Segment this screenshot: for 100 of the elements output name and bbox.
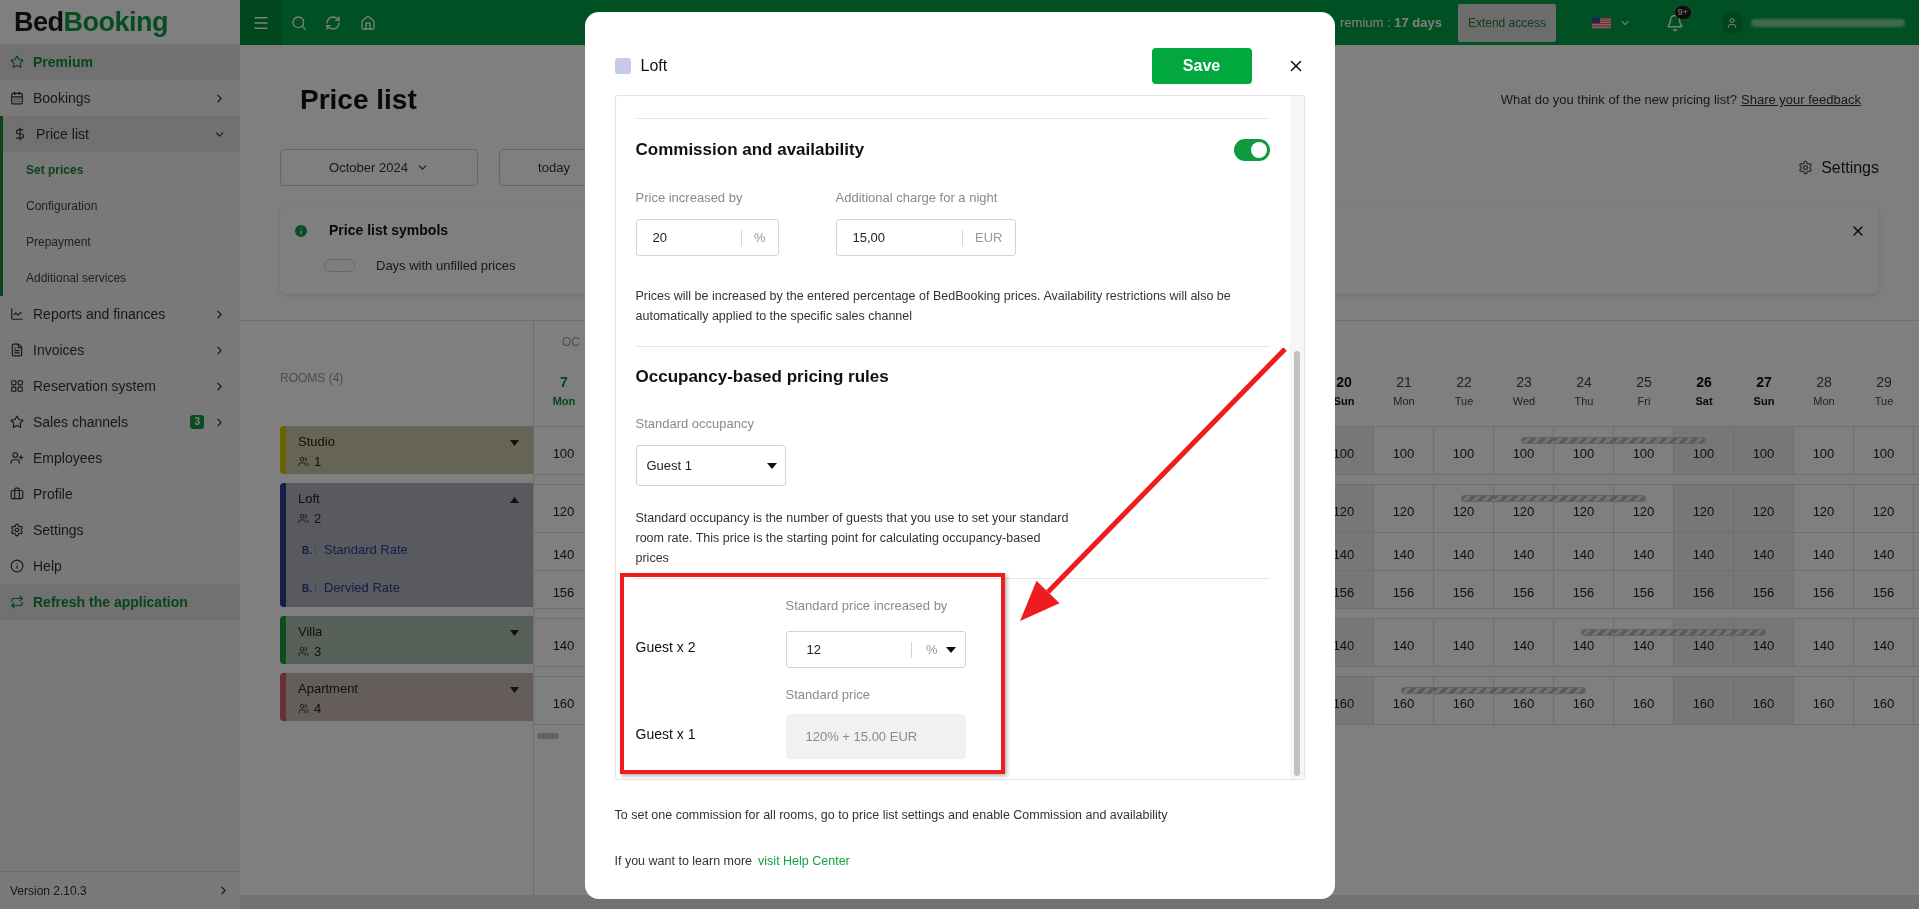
save-button[interactable]: Save [1151,47,1252,84]
price-value[interactable]: 120 [1452,501,1475,522]
price-value[interactable]: 156 [1872,582,1895,603]
price-value[interactable]: 156 [1812,582,1835,603]
room-card[interactable]: Apartment 4 [280,673,533,721]
price-value[interactable]: 120 [1752,501,1775,522]
sidebar-subitem[interactable]: Set prices [3,152,240,188]
price-value[interactable]: 100 [1332,443,1355,464]
price-value[interactable]: 140 [1392,544,1415,565]
price-value[interactable]: 100 [1692,443,1715,464]
price-value[interactable]: 156 [1632,582,1655,603]
price-value[interactable]: 160 [552,693,575,714]
price-value[interactable]: 140 [1572,635,1595,656]
number-field[interactable]: 20 % [635,219,779,256]
price-value[interactable]: 140 [1692,635,1715,656]
price-value[interactable]: 160 [1512,693,1535,714]
price-value[interactable]: 160 [1572,693,1595,714]
price-value[interactable]: 100 [1392,443,1415,464]
price-value[interactable]: 100 [1452,443,1475,464]
price-value[interactable]: 120 [1512,501,1535,522]
price-value[interactable]: 140 [1812,544,1835,565]
price-value[interactable]: 140 [1872,635,1895,656]
price-value[interactable]: 156 [1572,582,1595,603]
refresh-icon[interactable] [325,14,341,31]
price-value[interactable]: 120 [1692,501,1715,522]
price-value[interactable]: 140 [1392,635,1415,656]
caret-down-icon[interactable] [945,646,956,653]
help-center-link[interactable]: visit Help Center [758,851,850,871]
number-field[interactable]: 15,00 EUR [835,219,1016,256]
price-value[interactable]: 160 [1332,693,1355,714]
price-value[interactable]: 140 [1752,635,1775,656]
sidebar-item[interactable]: Price list [3,116,240,152]
sidebar-subitem[interactable]: Configuration [3,188,240,224]
sidebar-item[interactable]: Profile [0,476,240,512]
price-value[interactable]: 120 [1572,501,1595,522]
price-value[interactable]: 140 [1812,635,1835,656]
price-value[interactable]: 140 [1512,635,1535,656]
price-value[interactable]: 120 [1872,501,1895,522]
room-card[interactable]: Villa 3 [280,616,533,664]
price-value[interactable]: 100 [1752,443,1775,464]
room-card[interactable]: Loft 2 B. Standard Rate B. Dervied Rate [280,483,533,607]
price-value[interactable]: 140 [1872,544,1895,565]
price-value[interactable]: 140 [552,544,575,565]
rate-name[interactable]: Standard Rate [324,540,408,560]
price-value[interactable]: 140 [552,635,575,656]
sidebar-item[interactable]: Invoices [0,332,240,368]
price-value[interactable]: 140 [1632,635,1655,656]
price-value[interactable]: 100 [1512,443,1535,464]
search-icon[interactable] [291,14,307,31]
price-value[interactable]: 140 [1512,544,1535,565]
room-card[interactable]: Studio 1 [280,426,533,474]
sidebar-item[interactable]: Employees [0,440,240,476]
avatar[interactable] [1721,10,1743,35]
feedback-link[interactable]: Share your feedback [1741,90,1861,110]
extend-access-button[interactable]: Extend access [1457,3,1556,42]
scrollbar-thumb[interactable] [537,733,559,739]
rate-name[interactable]: Dervied Rate [324,578,400,598]
price-value[interactable]: 140 [1572,544,1595,565]
sidebar-item[interactable]: Reservation system [0,368,240,404]
sidebar-item[interactable]: Settings [0,512,240,548]
price-value[interactable]: 120 [1632,501,1655,522]
flag-icon[interactable] [1591,16,1612,29]
price-value[interactable]: 100 [1572,443,1595,464]
price-value[interactable]: 156 [552,582,575,603]
occupancy-select[interactable]: Guest 1 [635,445,786,486]
month-dropdown[interactable]: October 2024 [280,149,478,186]
price-value[interactable]: 160 [1752,693,1775,714]
toggle-switch[interactable] [1233,139,1270,161]
sidebar-subitem[interactable]: Prepayment [3,224,240,260]
version-item[interactable]: Version 2.10.3 [0,871,240,909]
price-value[interactable]: 120 [1392,501,1415,522]
price-value[interactable]: 100 [1632,443,1655,464]
price-value[interactable]: 160 [1692,693,1715,714]
percent-field[interactable]: 12 % [785,631,966,668]
price-value[interactable]: 156 [1392,582,1415,603]
price-value[interactable]: 120 [1812,501,1835,522]
price-value[interactable]: 160 [1632,693,1655,714]
scrollbar[interactable] [1289,96,1304,779]
price-value[interactable]: 100 [1872,443,1895,464]
price-value[interactable]: 160 [1452,693,1475,714]
price-value[interactable]: 160 [1812,693,1835,714]
price-value[interactable]: 100 [1812,443,1835,464]
settings-button[interactable]: Settings [1798,155,1879,180]
price-value[interactable]: 140 [1452,544,1475,565]
price-value[interactable]: 156 [1512,582,1535,603]
price-value[interactable]: 156 [1452,582,1475,603]
sidebar-subitem[interactable]: Additional services [3,260,240,296]
caret-up-icon[interactable] [510,497,519,503]
price-value[interactable]: 140 [1332,635,1355,656]
menu-button[interactable] [240,0,282,45]
price-value[interactable]: 120 [1332,501,1355,522]
price-value[interactable]: 120 [552,501,575,522]
sidebar-item[interactable]: Sales channels 3 [0,404,240,440]
sidebar-item[interactable]: Help [0,548,240,584]
home-icon[interactable] [360,14,376,31]
price-value[interactable]: 160 [1872,693,1895,714]
price-value[interactable]: 140 [1452,635,1475,656]
price-value[interactable]: 100 [552,443,575,464]
bell-icon[interactable] [1665,13,1684,32]
price-value[interactable]: 140 [1632,544,1655,565]
